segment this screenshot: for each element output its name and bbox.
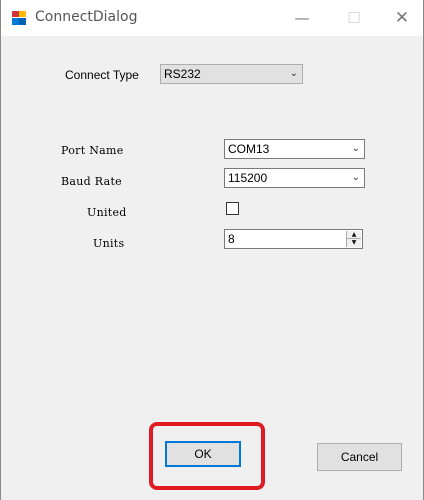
connect-type-dropdown[interactable]: RS232 ⌄ — [160, 64, 303, 84]
cancel-button[interactable]: Cancel — [317, 443, 402, 471]
spin-up-icon[interactable]: ▲ — [347, 231, 361, 239]
window-title: ConnectDialog — [35, 9, 138, 25]
chevron-down-icon: ⌄ — [351, 143, 360, 154]
ok-button[interactable]: OK — [165, 441, 241, 467]
united-checkbox[interactable] — [226, 202, 239, 215]
connect-type-value: RS232 — [164, 67, 201, 81]
port-name-dropdown[interactable]: COM13 ⌄ — [224, 139, 365, 159]
chevron-down-icon: ⌄ — [289, 68, 298, 79]
units-value: 8 — [228, 232, 235, 246]
maximize-button[interactable]: ☐ — [331, 0, 377, 36]
close-button[interactable]: ✕ — [379, 0, 424, 36]
baud-rate-label: Baud Rate — [61, 175, 122, 188]
spin-down-icon[interactable]: ▼ — [347, 239, 361, 247]
port-name-label: Port Name — [61, 144, 124, 157]
baud-rate-value: 115200 — [228, 171, 268, 185]
units-label: Units — [93, 237, 125, 250]
connect-dialog-window: ConnectDialog — ☐ ✕ Connect Type RS232 ⌄… — [0, 0, 424, 500]
port-name-value: COM13 — [228, 142, 270, 156]
title-bar: ConnectDialog — ☐ ✕ — [1, 0, 423, 36]
chevron-down-icon: ⌄ — [351, 172, 360, 183]
units-spinner: ▲ ▼ — [346, 231, 361, 247]
minimize-button[interactable]: — — [279, 0, 325, 36]
baud-rate-dropdown[interactable]: 115200 ⌄ — [224, 168, 365, 188]
app-icon — [11, 10, 27, 26]
units-numeric-input[interactable]: 8 ▲ ▼ — [224, 229, 363, 249]
connect-type-label: Connect Type — [65, 68, 139, 82]
united-label: United — [87, 206, 127, 219]
